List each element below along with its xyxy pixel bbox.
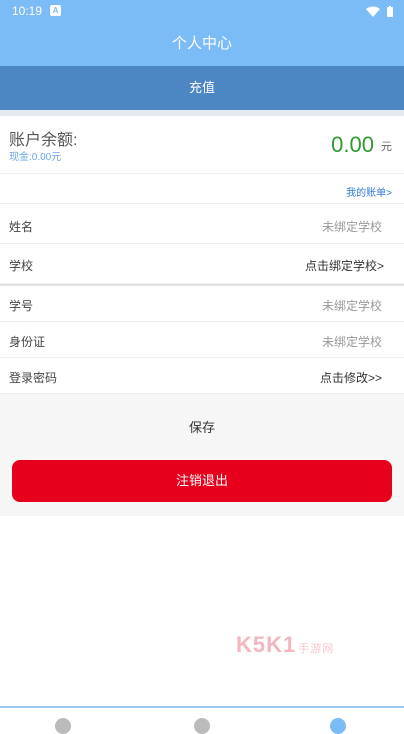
form-row-name[interactable]: 姓名 未绑定学校: [0, 206, 404, 244]
student-id-value: 未绑定学校: [321, 299, 382, 313]
bottom-nav: [0, 706, 404, 734]
page-title: 个人中心: [0, 22, 404, 66]
battery-icon: [387, 5, 393, 17]
form-row-password[interactable]: 登录密码 点击修改>>: [0, 358, 404, 394]
notification-a-icon: A: [50, 5, 61, 16]
discover-icon[interactable]: [194, 718, 210, 734]
logout-button[interactable]: 注销退出: [12, 460, 392, 502]
form-row-id-card[interactable]: 身份证 未绑定学校: [0, 322, 404, 358]
form-row-school[interactable]: 学校 点击绑定学校>: [0, 244, 404, 284]
recharge-button[interactable]: 充值: [0, 66, 404, 110]
balance-amount: 0.00: [331, 132, 374, 157]
cash-balance: 现金:0.00元: [9, 152, 62, 163]
password-label: 登录密码: [9, 371, 58, 385]
save-button[interactable]: 保存: [0, 408, 404, 448]
watermark-brand: K5K1: [236, 632, 297, 657]
status-icons: [365, 4, 394, 18]
bind-school-link[interactable]: 点击绑定学校>: [305, 257, 384, 274]
status-bar: 10:19 A: [0, 0, 404, 22]
student-id-label: 学号: [9, 299, 34, 313]
status-time: 10:19: [12, 4, 43, 18]
profile-icon[interactable]: [330, 718, 346, 734]
id-card-label: 身份证: [9, 335, 46, 349]
balance-unit: 元: [381, 141, 392, 153]
bill-row: 我的账单>: [0, 174, 404, 204]
my-bill-link[interactable]: 我的账单>: [346, 184, 392, 199]
watermark-sub: 手游网: [298, 643, 335, 655]
change-password-link[interactable]: 点击修改>>: [320, 369, 382, 386]
watermark-logo: K5K1 手游网: [236, 632, 334, 658]
balance-label: 账户余额:: [9, 132, 78, 149]
balance-section: 账户余额: 现金:0.00元 0.00 元: [0, 116, 404, 174]
home-icon[interactable]: [55, 718, 71, 734]
id-card-value: 未绑定学校: [321, 335, 382, 349]
form-row-student-id[interactable]: 学号 未绑定学校: [0, 286, 404, 322]
name-label: 姓名: [9, 220, 34, 234]
school-label: 学校: [9, 259, 34, 273]
name-value: 未绑定学校: [321, 220, 382, 234]
wifi-icon: [365, 6, 380, 17]
